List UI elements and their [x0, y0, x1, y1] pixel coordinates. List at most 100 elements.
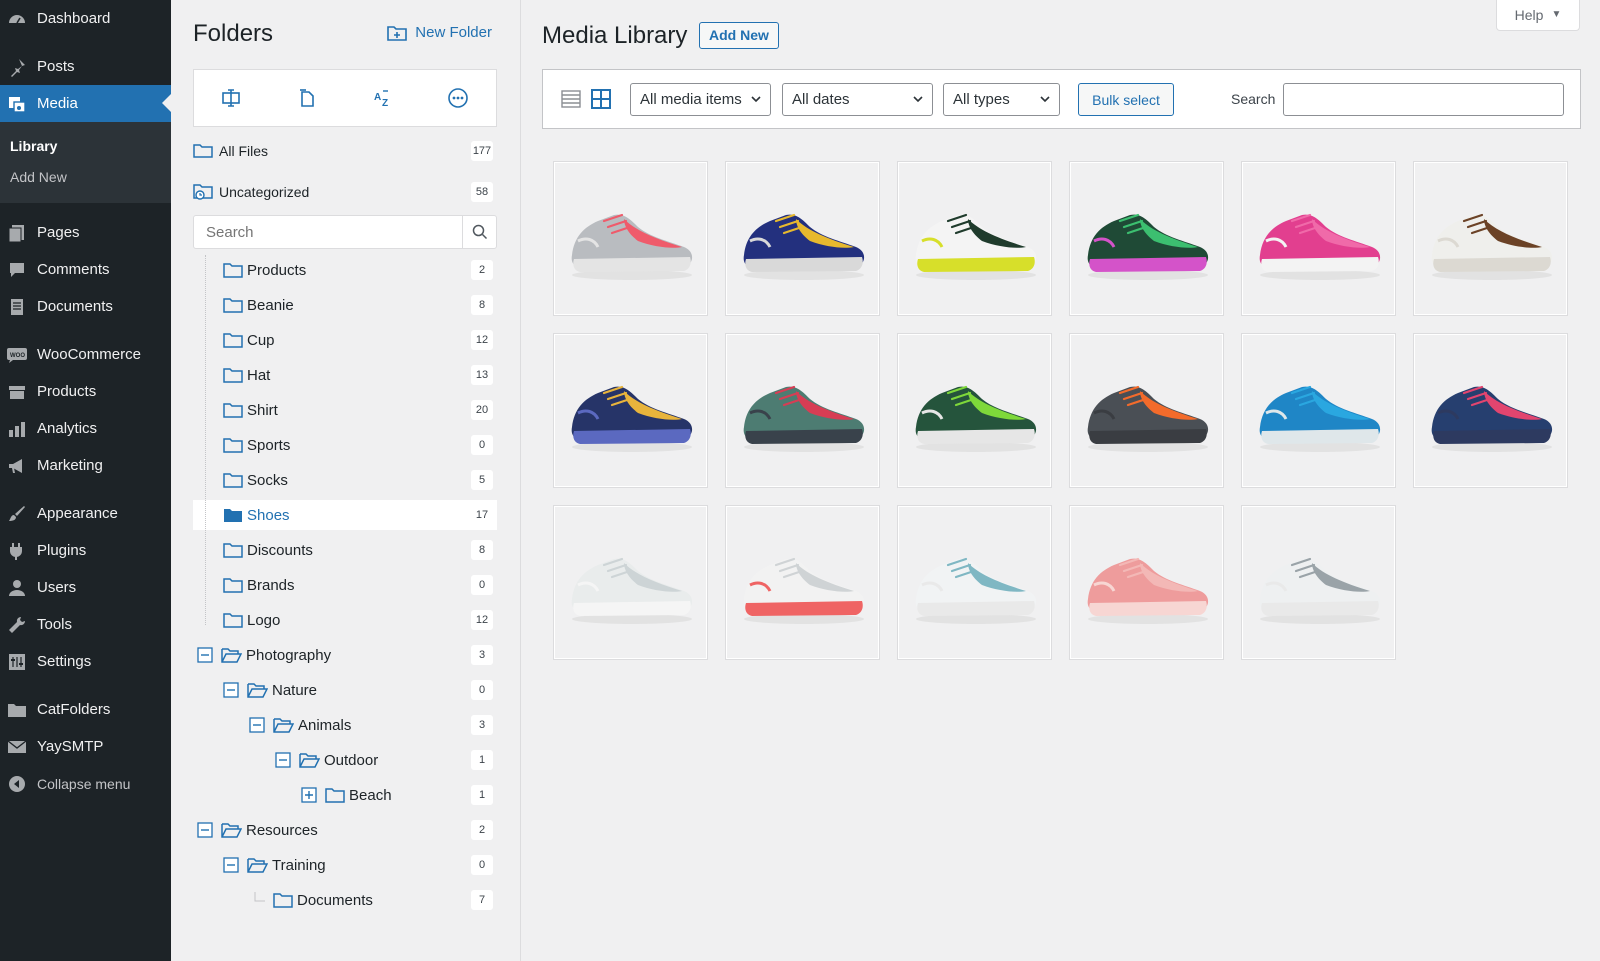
media-thumbnail[interactable]: [1241, 333, 1396, 488]
list-view-icon[interactable]: [559, 87, 583, 111]
folder-item-cup[interactable]: Cup 12: [193, 325, 497, 355]
media-thumbnail[interactable]: [1069, 505, 1224, 660]
admin-menu-label: YaySMTP: [37, 738, 104, 755]
help-tab-button[interactable]: Help ▼: [1496, 0, 1580, 31]
folder-icon: [223, 472, 243, 488]
media-thumbnail[interactable]: [553, 161, 708, 316]
expand-toggle-icon[interactable]: [301, 787, 317, 803]
collapse-toggle-icon[interactable]: [197, 822, 213, 838]
admin-menu-marketing[interactable]: Marketing: [0, 447, 171, 484]
page-title: Media Library: [542, 22, 688, 49]
admin-menu-catfolders[interactable]: CatFolders: [0, 691, 171, 728]
folder-count: 5: [471, 470, 493, 490]
folder-item-outdoor[interactable]: Outdoor 1: [193, 745, 497, 775]
folder-item-documents[interactable]: Documents 7: [193, 885, 497, 915]
add-new-button[interactable]: Add New: [699, 22, 779, 49]
media-thumbnail[interactable]: [553, 505, 708, 660]
folder-count: 0: [471, 575, 493, 595]
media-type-select[interactable]: All media items: [630, 83, 771, 116]
admin-menu-pages[interactable]: Pages: [0, 214, 171, 251]
admin-menu-comments[interactable]: Comments: [0, 251, 171, 288]
folder-item-brands[interactable]: Brands 0: [193, 570, 497, 600]
admin-menu-documents[interactable]: Documents: [0, 288, 171, 325]
admin-menu-dashboard[interactable]: Dashboard: [0, 0, 171, 37]
wrench-icon: [6, 614, 28, 636]
admin-menu-tools[interactable]: Tools: [0, 606, 171, 643]
media-thumbnail[interactable]: [553, 333, 708, 488]
media-thumbnail[interactable]: [1413, 161, 1568, 316]
media-thumbnail[interactable]: [1413, 333, 1568, 488]
media-search-input[interactable]: [1283, 83, 1564, 116]
admin-menu-analytics[interactable]: Analytics: [0, 410, 171, 447]
folder-label: Socks: [247, 471, 288, 489]
folder-label: Brands: [247, 576, 295, 594]
folder-item-socks[interactable]: Socks 5: [193, 465, 497, 495]
folder-item-discounts[interactable]: Discounts 8: [193, 535, 497, 565]
bulk-select-button[interactable]: Bulk select: [1078, 83, 1174, 116]
duplicate-file-icon[interactable]: [295, 86, 319, 110]
admin-menu-media[interactable]: Media: [0, 85, 171, 122]
collapse-toggle-icon[interactable]: [223, 682, 239, 698]
collapse-menu-button[interactable]: Collapse menu: [0, 765, 171, 802]
admin-menu-settings[interactable]: Settings: [0, 643, 171, 680]
folder-item-animals[interactable]: Animals 3: [193, 710, 497, 740]
folder-item-nature[interactable]: Nature 0: [193, 675, 497, 705]
users-icon: [6, 577, 28, 599]
admin-menu-products[interactable]: Products: [0, 373, 171, 410]
collapse-toggle-icon[interactable]: [249, 717, 265, 733]
sort-az-icon[interactable]: AZ: [371, 86, 395, 110]
grid-view-icon[interactable]: [589, 87, 613, 111]
shoe-image: [915, 385, 1037, 452]
svg-text:WOO: WOO: [10, 353, 25, 359]
media-thumbnail[interactable]: [725, 161, 880, 316]
uncategorized-label: Uncategorized: [219, 184, 310, 200]
all-files-item[interactable]: All Files 177: [193, 138, 497, 164]
collapse-toggle-icon[interactable]: [223, 857, 239, 873]
media-thumbnail[interactable]: [1241, 505, 1396, 660]
dates-select[interactable]: All dates: [782, 83, 933, 116]
new-folder-button[interactable]: New Folder: [387, 24, 492, 41]
folder-item-products[interactable]: Products 2: [193, 255, 497, 285]
admin-menu-posts[interactable]: Posts: [0, 48, 171, 85]
folder-item-logo[interactable]: Logo 12: [193, 605, 497, 635]
media-thumbnail[interactable]: [897, 161, 1052, 316]
admin-menu-woocommerce[interactable]: WOO WooCommerce: [0, 336, 171, 373]
admin-menu-label: Users: [37, 579, 77, 596]
folder-item-sports[interactable]: Sports 0: [193, 430, 497, 460]
uncategorized-item[interactable]: Uncategorized 58: [193, 179, 497, 205]
more-options-icon[interactable]: [446, 86, 470, 110]
collapse-toggle-icon[interactable]: [197, 647, 213, 663]
rename-icon[interactable]: [220, 86, 244, 110]
media-thumbnail[interactable]: [897, 505, 1052, 660]
submenu-library[interactable]: Library: [0, 131, 171, 162]
shoe-image: [571, 385, 693, 452]
folder-item-shoes[interactable]: Shoes 17: [193, 500, 497, 530]
folder-open-icon: [247, 857, 268, 873]
folder-item-shirt[interactable]: Shirt 20: [193, 395, 497, 425]
folder-label: Discounts: [247, 541, 313, 559]
folder-item-resources[interactable]: Resources 2: [193, 815, 497, 845]
media-thumbnail[interactable]: [1241, 161, 1396, 316]
media-thumbnail[interactable]: [725, 333, 880, 488]
submenu-add-new[interactable]: Add New: [0, 162, 171, 193]
folder-label: Shirt: [247, 401, 278, 419]
folder-search-input[interactable]: [194, 216, 462, 248]
admin-menu-users[interactable]: Users: [0, 569, 171, 606]
folder-item-training[interactable]: Training 0: [193, 850, 497, 880]
folder-item-hat[interactable]: Hat 13: [193, 360, 497, 390]
admin-menu-yaysmtp[interactable]: YaySMTP: [0, 728, 171, 765]
search-icon: [472, 224, 487, 240]
types-select[interactable]: All types: [943, 83, 1060, 116]
folder-item-beanie[interactable]: Beanie 8: [193, 290, 497, 320]
chevron-down-icon: [1040, 96, 1050, 103]
admin-menu-appearance[interactable]: Appearance: [0, 495, 171, 532]
folder-search-button[interactable]: [462, 216, 496, 248]
media-thumbnail[interactable]: [1069, 161, 1224, 316]
folder-item-photography[interactable]: Photography 3: [193, 640, 497, 670]
folder-item-beach[interactable]: Beach 1: [193, 780, 497, 810]
media-thumbnail[interactable]: [897, 333, 1052, 488]
media-thumbnail[interactable]: [725, 505, 880, 660]
admin-menu-plugins[interactable]: Plugins: [0, 532, 171, 569]
media-thumbnail[interactable]: [1069, 333, 1224, 488]
collapse-toggle-icon[interactable]: [275, 752, 291, 768]
